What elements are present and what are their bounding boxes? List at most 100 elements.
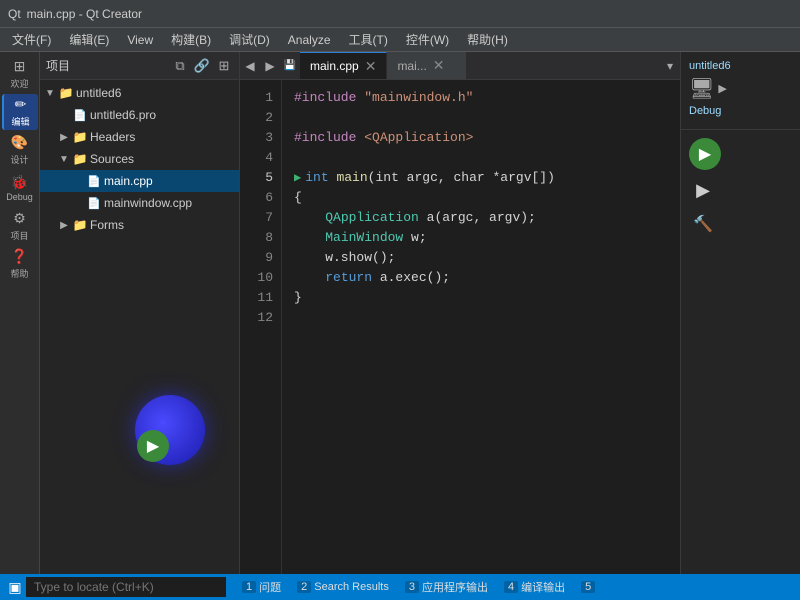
- window-title: main.cpp - Qt Creator: [27, 7, 142, 21]
- status-num-3: 4: [504, 581, 518, 593]
- debug-device-panel: untitled6 🖥 ▶ Debug: [681, 52, 800, 130]
- code-line-3: #include <QApplication>: [294, 128, 668, 148]
- tree-label-0: untitled6: [76, 86, 121, 100]
- bottom-bar: ▣ 1 问题2 Search Results3 应用程序输出4 编译输出5: [0, 574, 800, 600]
- status-item-2[interactable]: 3 应用程序输出: [399, 576, 494, 598]
- expand-icon[interactable]: ⊞: [215, 57, 233, 75]
- code-line-12: [294, 308, 668, 328]
- sidebar-item-Debug[interactable]: 🐞 Debug: [2, 170, 38, 206]
- token-kw: int: [305, 168, 328, 188]
- menu-item-d[interactable]: 调试(D): [221, 29, 278, 50]
- status-item-1[interactable]: 2 Search Results: [291, 576, 395, 598]
- status-label-2: 应用程序输出: [422, 579, 488, 595]
- tree-item-untitled6[interactable]: ▼📁untitled6: [40, 82, 239, 104]
- debug-buttons: ▶ ▶ 🔨: [681, 130, 800, 254]
- qt-logo: Qt: [8, 7, 21, 21]
- menu-item-f[interactable]: 文件(F): [4, 29, 59, 50]
- left-sidebar: ⊞ 欢迎✏ 编辑🎨 设计🐞 Debug⚙ 项目❓ 帮助: [0, 52, 40, 574]
- tree-item-untitled6pro[interactable]: 📄untitled6.pro: [40, 104, 239, 126]
- sidebar-item-设计[interactable]: 🎨 设计: [2, 132, 38, 168]
- debug-arrow-icon: ▶: [294, 169, 301, 187]
- token-punc: (int argc, char *argv[]): [368, 168, 555, 188]
- file-icon-5: 📄: [86, 197, 102, 210]
- tab-next-btn[interactable]: ▶: [260, 52, 280, 79]
- sidebar-label-4: 项目: [10, 229, 28, 242]
- line-numbers: 123456789101112: [240, 80, 282, 574]
- sidebar-item-欢迎[interactable]: ⊞ 欢迎: [2, 56, 38, 92]
- status-label-3: 编译输出: [521, 579, 565, 595]
- folder-icon-0: 📁: [58, 86, 74, 100]
- tab-close-icon-2[interactable]: ✕: [433, 57, 445, 74]
- line-num-11: 11: [240, 288, 273, 308]
- hammer-icon[interactable]: 🔨: [689, 210, 717, 238]
- link-icon[interactable]: 🔗: [193, 57, 211, 75]
- debug-device: 🖥 ▶: [689, 76, 792, 101]
- play-overlay-button[interactable]: ▶: [137, 430, 169, 462]
- tab-menu-btn[interactable]: ▾: [660, 52, 680, 79]
- line-num-12: 12: [240, 308, 273, 328]
- line-num-5: 5: [240, 168, 273, 188]
- token-str: "mainwindow.h": [364, 88, 473, 108]
- menu-item-e[interactable]: 编辑(E): [61, 29, 117, 50]
- code-line-9: w.show();: [294, 248, 668, 268]
- token-punc: {: [294, 188, 302, 208]
- tree-arrow-0: ▼: [44, 88, 56, 99]
- menu-item-view[interactable]: View: [119, 31, 161, 49]
- tab-mainwindow[interactable]: mai... ✕: [387, 52, 467, 79]
- menu-item-h[interactable]: 帮助(H): [459, 29, 516, 50]
- tree-item-maincpp[interactable]: 📄main.cpp: [40, 170, 239, 192]
- title-bar: Qt main.cpp - Qt Creator: [0, 0, 800, 28]
- sidebar-label-1: 编辑: [11, 115, 29, 128]
- sidebar-label-2: 设计: [10, 153, 28, 166]
- tree-label-1: untitled6.pro: [90, 108, 156, 122]
- sidebar-item-帮助[interactable]: ❓ 帮助: [2, 246, 38, 282]
- tab-label: main.cpp: [310, 59, 359, 73]
- tree-label-4: main.cpp: [104, 174, 153, 188]
- sidebar-icon-3: 🐞: [11, 174, 29, 190]
- token-kw: return: [325, 268, 372, 288]
- file-icon-1: 📄: [72, 109, 88, 122]
- code-area[interactable]: #include "mainwindow.h"#include <QApplic…: [282, 80, 680, 574]
- arrow-right-icon: ▶: [718, 82, 726, 95]
- project-toolbar: 项目 ⧉ 🔗 ⊞: [40, 52, 239, 80]
- status-item-3[interactable]: 4 编译输出: [498, 576, 571, 598]
- status-item-0[interactable]: 1 问题: [236, 576, 287, 598]
- status-num-4: 5: [581, 581, 595, 593]
- line-num-3: 3: [240, 128, 273, 148]
- status-num-0: 1: [242, 581, 256, 593]
- menu-item-analyze[interactable]: Analyze: [280, 31, 339, 49]
- token-str: <QApplication>: [364, 128, 473, 148]
- code-line-11: }: [294, 288, 668, 308]
- token-punc: w.show();: [294, 248, 395, 268]
- folder-icon-2: 📁: [72, 130, 88, 144]
- filter-icon[interactable]: ⧉: [171, 57, 189, 75]
- step-icon[interactable]: ▶: [689, 176, 717, 204]
- tab-prev-btn[interactable]: ◀: [240, 52, 260, 79]
- tab-main-cpp[interactable]: main.cpp ✕: [300, 52, 387, 79]
- sidebar-icon-4: ⚙: [11, 211, 29, 227]
- menu-item-w[interactable]: 控件(W): [398, 29, 457, 50]
- status-item-4[interactable]: 5: [575, 576, 604, 598]
- line-num-4: 4: [240, 148, 273, 168]
- sidebar-item-项目[interactable]: ⚙ 项目: [2, 208, 38, 244]
- status-num-1: 2: [297, 581, 311, 593]
- sidebar-item-编辑[interactable]: ✏ 编辑: [2, 94, 38, 130]
- panel-toggle-button[interactable]: ▣: [4, 576, 26, 598]
- editor-content: 123456789101112 #include "mainwindow.h"#…: [240, 80, 680, 574]
- tab-close-icon[interactable]: ✕: [365, 58, 377, 75]
- token-punc: [294, 228, 325, 248]
- bottom-left: ▣: [4, 576, 226, 598]
- token-punc: [294, 208, 325, 228]
- line-num-2: 2: [240, 108, 273, 128]
- line-num-1: 1: [240, 88, 273, 108]
- tree-item-mainwindowcpp[interactable]: 📄mainwindow.cpp: [40, 192, 239, 214]
- menu-item-t[interactable]: 工具(T): [341, 29, 396, 50]
- locate-input[interactable]: [26, 577, 226, 597]
- token-punc: a(argc, argv);: [419, 208, 536, 228]
- tree-item-Sources[interactable]: ▼📁Sources: [40, 148, 239, 170]
- run-button[interactable]: ▶: [689, 138, 721, 170]
- tree-item-Forms[interactable]: ▶📁Forms: [40, 214, 239, 236]
- menu-item-b[interactable]: 构建(B): [163, 29, 219, 50]
- sidebar-icon-0: ⊞: [11, 59, 29, 75]
- tree-item-Headers[interactable]: ▶📁Headers: [40, 126, 239, 148]
